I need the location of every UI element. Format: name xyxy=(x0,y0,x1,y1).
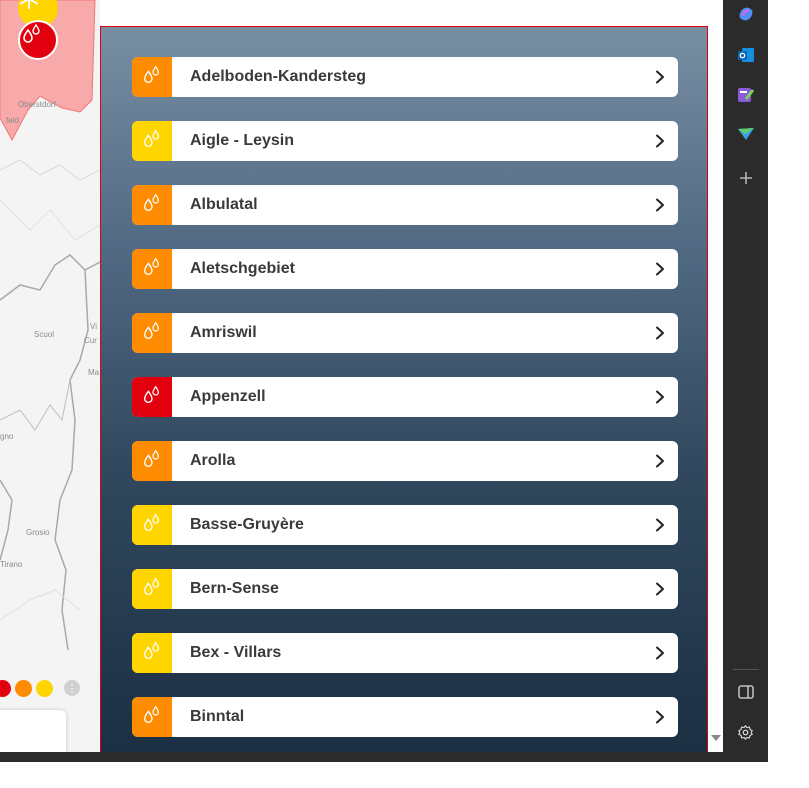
chevron-right-icon xyxy=(642,134,678,148)
map-label: feld xyxy=(6,116,19,125)
danger-level-badge xyxy=(132,697,172,737)
map-label: Scuol xyxy=(34,330,55,339)
region-item[interactable]: Bern-Sense xyxy=(132,569,678,609)
designer-icon[interactable] xyxy=(723,75,768,115)
browser-sidebar xyxy=(723,0,768,752)
chevron-right-icon xyxy=(642,454,678,468)
region-item[interactable]: Amriswil xyxy=(132,313,678,353)
info-icon[interactable]: ⋮ xyxy=(64,680,80,696)
avalanche-drops-icon xyxy=(141,256,163,283)
map-label: Grosio xyxy=(26,528,50,537)
region-name: Appenzell xyxy=(190,388,266,405)
region-item[interactable]: Bex - Villars xyxy=(132,633,678,673)
legend-dot-red xyxy=(0,679,11,697)
legend-dot-orange xyxy=(15,679,32,697)
danger-level-badge xyxy=(132,185,172,225)
danger-level-badge xyxy=(132,313,172,353)
map-label: Tirano xyxy=(0,560,23,569)
region-name: Arolla xyxy=(190,452,236,469)
region-item[interactable]: Binntal xyxy=(132,697,678,737)
chevron-right-icon xyxy=(642,710,678,724)
avalanche-drops-icon xyxy=(141,512,163,539)
danger-level-badge xyxy=(132,441,172,481)
map-marker-red[interactable] xyxy=(18,20,58,60)
chevron-right-icon xyxy=(642,646,678,660)
drops-icon xyxy=(23,23,40,43)
region-list-panel: Adelboden-Kandersteg Aigle - Leysin Albula… xyxy=(100,26,708,761)
region-name: Albulatal xyxy=(190,196,258,213)
avalanche-drops-icon xyxy=(141,320,163,347)
avalanche-drops-icon xyxy=(141,576,163,603)
snowflake-icon xyxy=(19,0,39,10)
map-label: Ma xyxy=(88,368,100,377)
map-view[interactable]: Oberstdorf feld Scuol Vi Cur Ma gno Gros… xyxy=(0,0,100,752)
region-name: Basse-Gruyère xyxy=(190,516,304,533)
avalanche-drops-icon xyxy=(141,640,163,667)
map-label: gno xyxy=(0,432,14,441)
taskbar-strip xyxy=(0,752,768,762)
region-item[interactable]: Adelboden-Kandersteg xyxy=(132,57,678,97)
avalanche-drops-icon xyxy=(141,384,163,411)
map-label: Cur xyxy=(84,336,97,345)
region-item[interactable]: Appenzell xyxy=(132,377,678,417)
region-name: Binntal xyxy=(190,708,245,725)
danger-level-badge xyxy=(132,377,172,417)
chevron-right-icon xyxy=(642,390,678,404)
avalanche-drops-icon xyxy=(141,192,163,219)
chevron-right-icon xyxy=(642,582,678,596)
region-name: Adelboden-Kandersteg xyxy=(190,68,367,85)
panel-header-area xyxy=(100,0,723,26)
legend-dot-yellow xyxy=(36,679,53,697)
map-label: Vi xyxy=(90,322,97,331)
region-name: Aletschgebiet xyxy=(190,260,295,277)
split-screen-icon[interactable] xyxy=(723,672,768,712)
avalanche-drops-icon xyxy=(141,704,163,731)
chevron-right-icon xyxy=(642,326,678,340)
danger-level-badge xyxy=(132,505,172,545)
outlook-icon[interactable] xyxy=(723,35,768,75)
region-list: Adelboden-Kandersteg Aigle - Leysin Albula… xyxy=(132,57,678,760)
chevron-right-icon xyxy=(642,70,678,84)
danger-level-badge xyxy=(132,57,172,97)
scrollbar[interactable] xyxy=(708,0,723,752)
scroll-down-arrow[interactable] xyxy=(711,735,721,741)
copilot-icon[interactable] xyxy=(723,0,768,34)
avalanche-drops-icon xyxy=(141,448,163,475)
region-item[interactable]: Aigle - Leysin xyxy=(132,121,678,161)
danger-level-badge xyxy=(132,569,172,609)
chevron-right-icon xyxy=(642,518,678,532)
sidebar-divider xyxy=(733,669,759,670)
map-borders xyxy=(0,0,100,651)
region-item[interactable]: Albulatal xyxy=(132,185,678,225)
region-item[interactable]: Basse-Gruyère xyxy=(132,505,678,545)
region-name: Amriswil xyxy=(190,324,257,341)
add-icon[interactable] xyxy=(723,158,768,198)
danger-level-badge xyxy=(132,249,172,289)
map-legend: ⋮ xyxy=(0,678,80,698)
chevron-right-icon xyxy=(642,198,678,212)
region-item[interactable]: Arolla xyxy=(132,441,678,481)
region-item[interactable]: Aletschgebiet xyxy=(132,249,678,289)
chevron-right-icon xyxy=(642,262,678,276)
map-overlay-card xyxy=(0,710,66,752)
avalanche-drops-icon xyxy=(141,128,163,155)
map-label: Oberstdorf xyxy=(18,100,56,109)
settings-icon[interactable] xyxy=(723,712,768,752)
screen-margin xyxy=(768,0,809,788)
avalanche-drops-icon xyxy=(141,64,163,91)
region-name: Bern-Sense xyxy=(190,580,279,597)
danger-level-badge xyxy=(132,633,172,673)
send-icon[interactable] xyxy=(723,114,768,154)
region-name: Bex - Villars xyxy=(190,644,282,661)
danger-level-badge xyxy=(132,121,172,161)
region-name: Aigle - Leysin xyxy=(190,132,295,149)
